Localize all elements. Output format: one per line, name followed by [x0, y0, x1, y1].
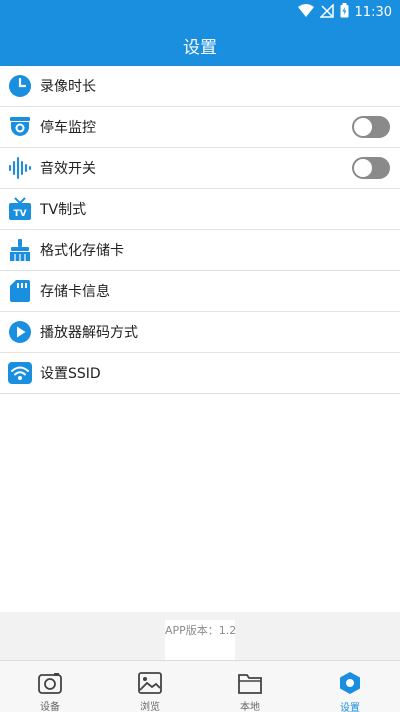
- sd-card-icon: [8, 279, 32, 303]
- version-area: APP版本：1.2: [0, 612, 400, 662]
- tab-local[interactable]: 本地: [200, 661, 300, 712]
- folder-icon: [238, 671, 262, 694]
- setting-label: 录像时长: [40, 79, 96, 95]
- svg-text:TV: TV: [13, 209, 26, 219]
- tab-label: 设备: [40, 702, 60, 712]
- setting-tv-format[interactable]: TV TV制式: [0, 189, 400, 230]
- parking-monitor-toggle[interactable]: [352, 116, 390, 138]
- setting-label: 存储卡信息: [40, 284, 110, 300]
- camera-monitor-icon: [8, 115, 32, 139]
- toggle-knob: [354, 159, 372, 177]
- tab-device[interactable]: 设备: [0, 661, 100, 712]
- settings-list: 录像时长 停车监控 音效开关 TV TV制式 格式化存储卡 存储卡信息 播放器解…: [0, 66, 400, 394]
- tab-label: 本地: [240, 702, 260, 712]
- setting-label: 播放器解码方式: [40, 325, 138, 341]
- toggle-knob: [354, 118, 372, 136]
- tab-label: 浏览: [140, 702, 160, 712]
- setting-card-info[interactable]: 存储卡信息: [0, 271, 400, 312]
- tab-settings[interactable]: 设置: [300, 661, 400, 712]
- tab-browse[interactable]: 浏览: [100, 661, 200, 712]
- setting-label: 停车监控: [40, 120, 96, 136]
- no-signal-icon: [318, 2, 334, 22]
- setting-parking-monitor[interactable]: 停车监控: [0, 107, 400, 148]
- status-time: 11:30: [354, 4, 392, 20]
- setting-label: TV制式: [40, 202, 87, 218]
- setting-label: 设置SSID: [40, 366, 101, 382]
- camera-icon: [38, 671, 62, 694]
- setting-player-decoding[interactable]: 播放器解码方式: [0, 312, 400, 353]
- tab-label: 设置: [340, 703, 360, 712]
- page-title: 设置: [183, 37, 217, 58]
- settings-hexagon-icon: [338, 671, 362, 695]
- app-bar: 设置: [0, 24, 400, 66]
- broom-icon: [8, 238, 32, 262]
- status-bar: 11:30: [0, 0, 400, 24]
- battery-charging-icon: [340, 2, 349, 22]
- setting-format-card[interactable]: 格式化存储卡: [0, 230, 400, 271]
- setting-sound-effects[interactable]: 音效开关: [0, 148, 400, 189]
- play-icon: [8, 320, 32, 344]
- sound-effects-toggle[interactable]: [352, 157, 390, 179]
- wifi-icon: [8, 361, 32, 385]
- bottom-tab-bar: 设备 浏览 本地 设置: [0, 660, 400, 712]
- setting-label: 格式化存储卡: [40, 243, 124, 259]
- status-icons: 11:30: [297, 2, 392, 22]
- wifi-icon: [297, 3, 314, 22]
- clock-icon: [8, 74, 32, 98]
- setting-label: 音效开关: [40, 161, 96, 177]
- app-version: APP版本：1.2: [165, 624, 237, 637]
- image-icon: [138, 671, 162, 694]
- tv-icon: TV: [8, 197, 32, 221]
- sound-wave-icon: [8, 156, 32, 180]
- setting-ssid[interactable]: 设置SSID: [0, 353, 400, 394]
- setting-recording-duration[interactable]: 录像时长: [0, 66, 400, 107]
